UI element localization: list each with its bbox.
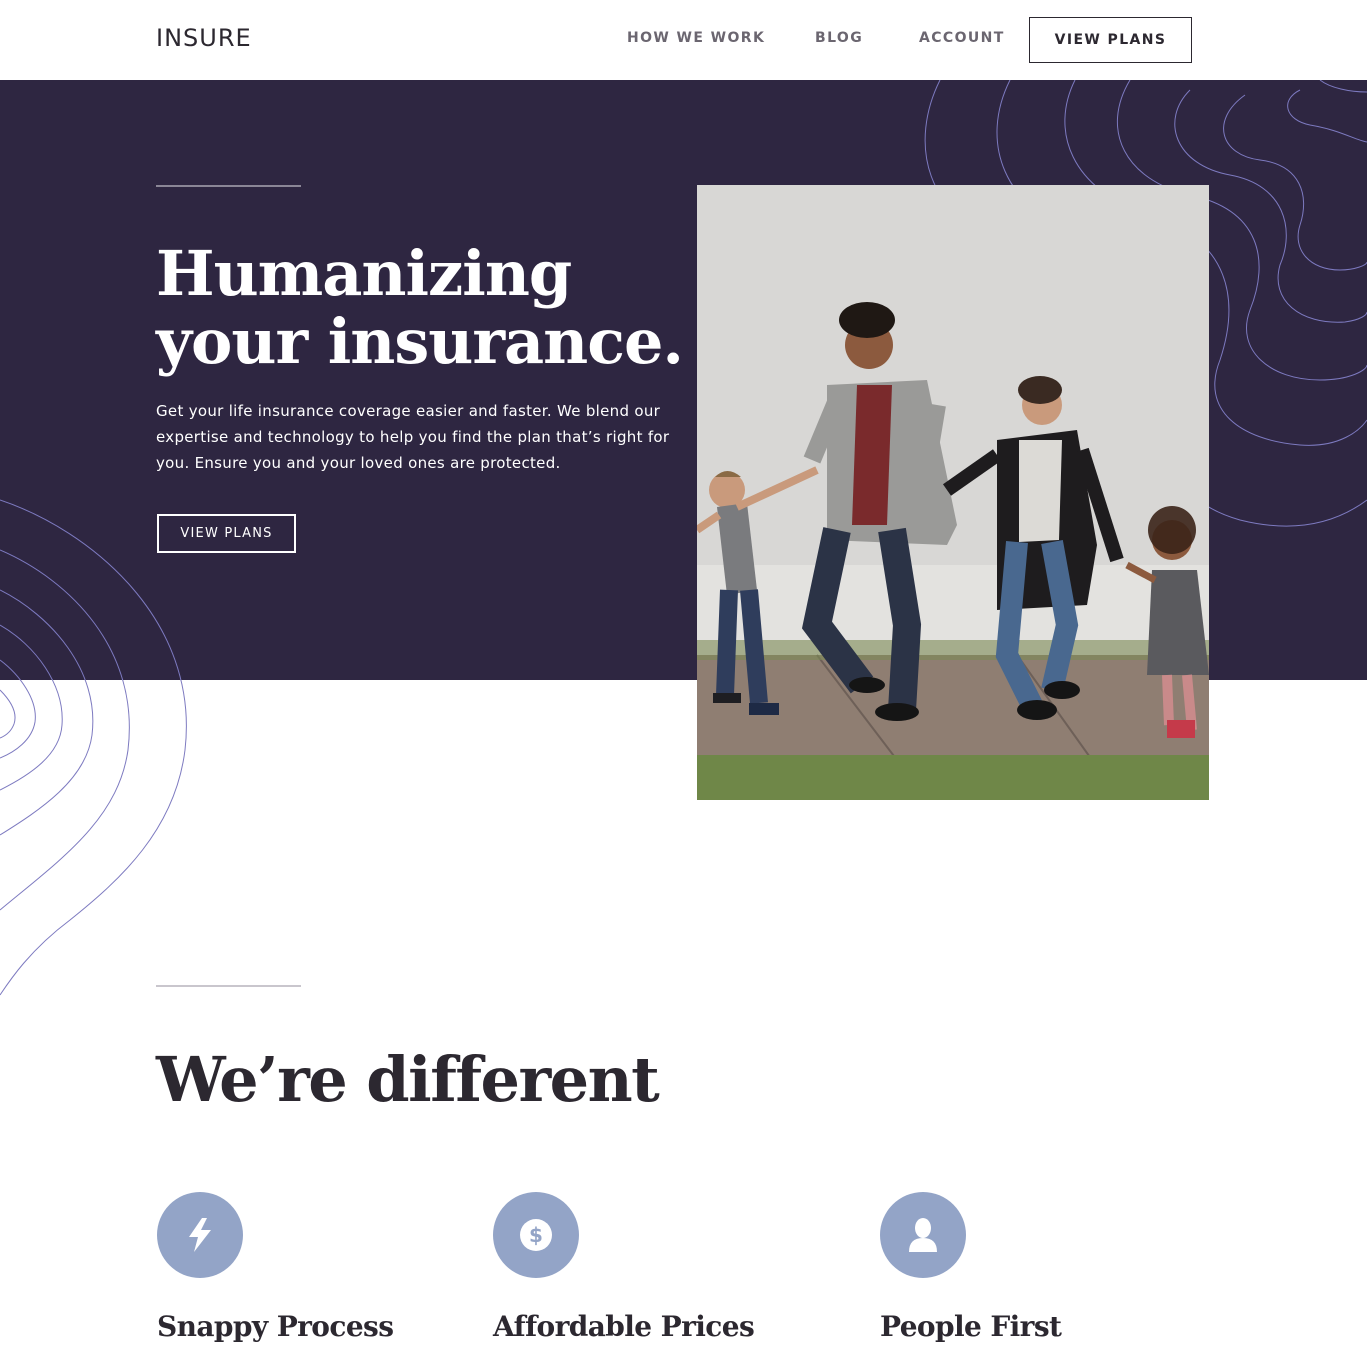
hero-title-line2: your insurance. [156,305,684,378]
family-photo [697,185,1209,800]
feature-snappy-process: Snappy Process [157,1192,394,1343]
different-divider [156,985,301,987]
lightning-icon [157,1192,243,1278]
logo[interactable]: INSURE [156,24,252,52]
hero-divider [156,185,301,187]
top-nav: INSURE HOW WE WORK BLOG ACCOUNT VIEW PLA… [0,0,1367,80]
feature-people-first: People First [880,1192,1062,1343]
family-photo-illustration [697,185,1209,800]
svg-text:$: $ [529,1223,543,1247]
feature-title-people-first: People First [880,1310,1062,1343]
feature-affordable-prices: $ Affordable Prices [493,1192,755,1343]
person-icon [880,1192,966,1278]
hero-title-line1: Humanizing [156,237,572,310]
feature-title-affordable-prices: Affordable Prices [493,1310,755,1343]
nav-link-account[interactable]: ACCOUNT [919,30,1005,46]
hero-description: Get your life insurance coverage easier … [156,402,670,472]
feature-title-snappy-process: Snappy Process [157,1310,394,1343]
nav-link-how-we-work[interactable]: HOW WE WORK [627,30,765,46]
hero-title: Humanizing your insurance. [156,240,716,376]
contour-lines-left-decoration [0,499,187,996]
nav-link-blog[interactable]: BLOG [815,30,863,46]
different-title: We’re different [156,1043,660,1116]
dollar-icon: $ [493,1192,579,1278]
view-plans-nav-button[interactable]: VIEW PLANS [1029,17,1192,63]
